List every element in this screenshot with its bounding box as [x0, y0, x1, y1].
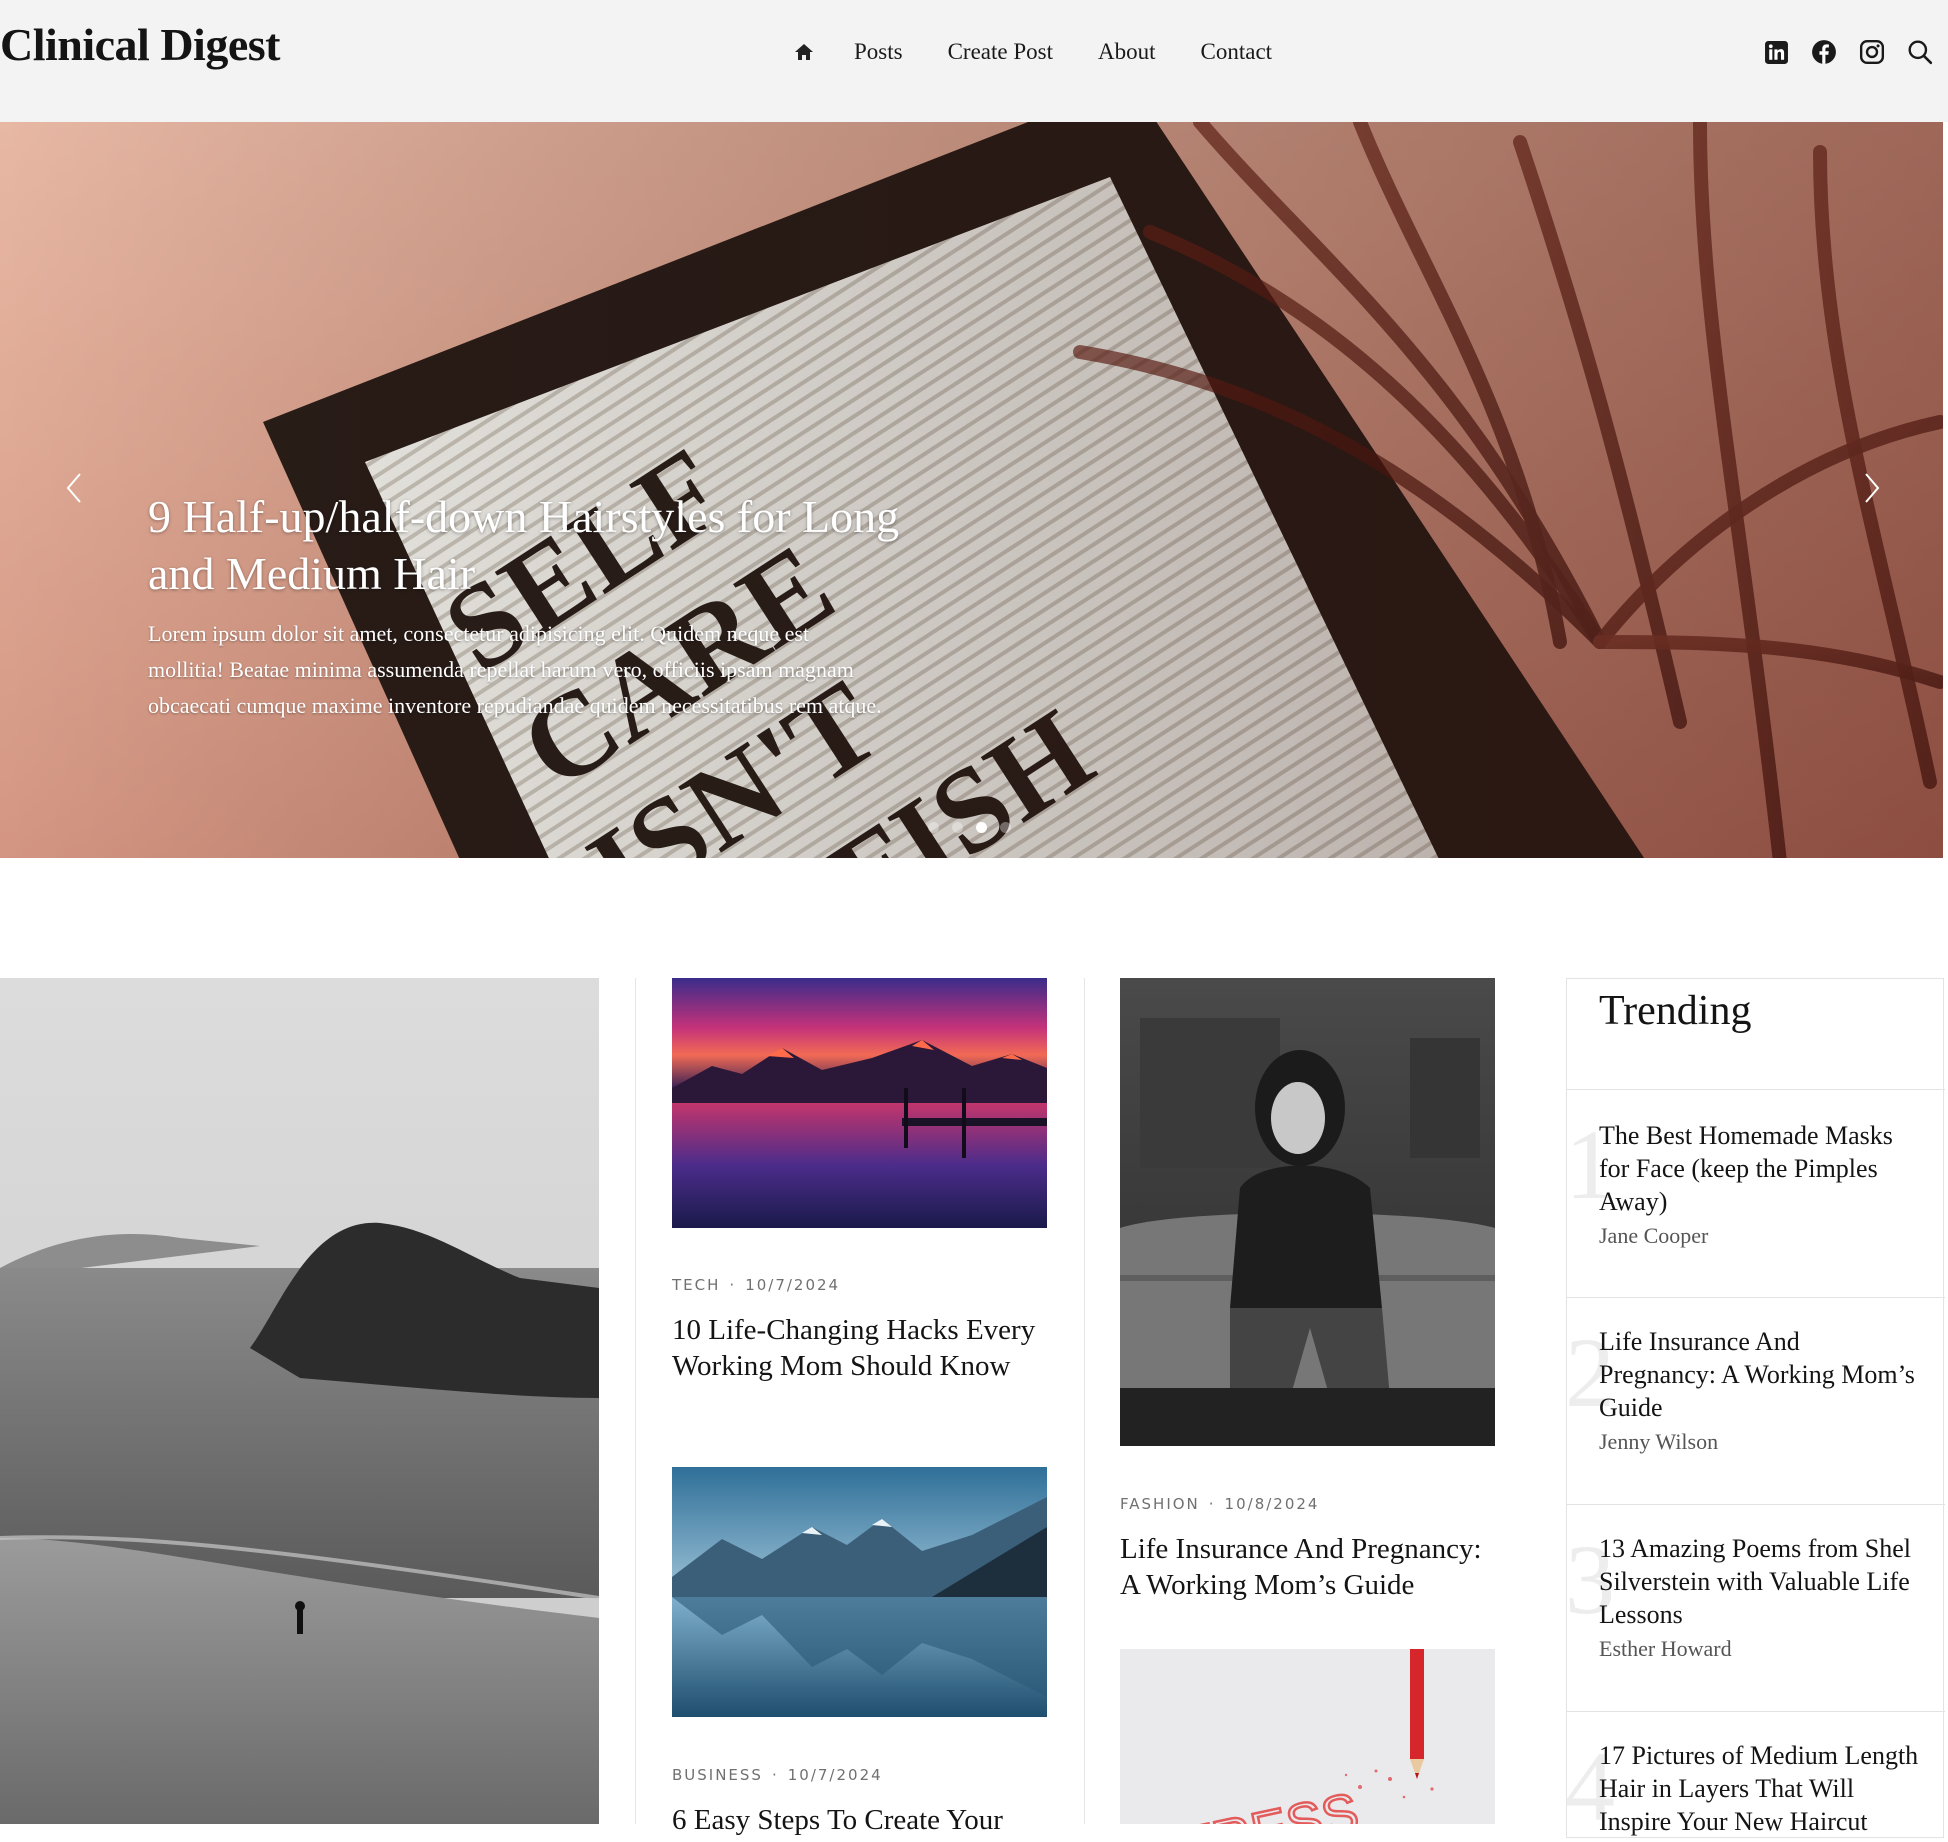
post-date: 10/7/2024 [787, 1766, 883, 1784]
post-image-woman-sofa[interactable] [1120, 978, 1495, 1446]
divider [1567, 1297, 1945, 1298]
trending-author[interactable]: Jenny Wilson [1599, 1429, 1718, 1455]
divider [1567, 1504, 1945, 1505]
post-title[interactable]: 6 Easy Steps To Create Your [672, 1802, 1042, 1838]
post-category[interactable]: FASHION [1120, 1495, 1200, 1513]
site-header: Clinical Digest Posts Create Post About … [0, 0, 1948, 122]
trending-title[interactable]: 13 Amazing Poems from Shel Silverstein w… [1599, 1532, 1919, 1631]
hero-title[interactable]: 9 Half-up/half-down Hairstyles for Long … [148, 488, 928, 602]
nav-about[interactable]: About [1098, 39, 1156, 65]
post-date: 10/7/2024 [745, 1276, 841, 1294]
facebook-icon[interactable] [1810, 38, 1838, 66]
main-nav: Posts Create Post About Contact [790, 38, 1317, 66]
post-image-mountain-lake[interactable] [672, 1467, 1047, 1717]
divider [1567, 1089, 1945, 1090]
trending-title[interactable]: Life Insurance And Pregnancy: A Working … [1599, 1325, 1919, 1424]
hero-excerpt: Lorem ipsum dolor sit amet, consectetur … [148, 621, 882, 718]
post-title[interactable]: Life Insurance And Pregnancy: A Working … [1120, 1531, 1500, 1603]
post-title[interactable]: 10 Life-Changing Hacks Every Working Mom… [672, 1312, 1042, 1384]
trending-author[interactable]: Esther Howard [1599, 1636, 1732, 1662]
trending-panel: Trending 1 The Best Homemade Masks for F… [1565, 978, 1945, 1838]
trending-author[interactable]: Jane Cooper [1599, 1223, 1708, 1249]
home-icon[interactable] [790, 38, 818, 66]
hero-slider: SELF CARE ISN'T SELFISH 9 Half-up/half-d… [0, 122, 1943, 858]
nav-create-post[interactable]: Create Post [948, 39, 1053, 65]
slider-dots [928, 822, 1011, 833]
social-links [1762, 38, 1934, 66]
post-category[interactable]: BUSINESS [672, 1766, 763, 1784]
slider-dot[interactable] [928, 822, 939, 833]
post-category[interactable]: TECH [672, 1276, 720, 1294]
trending-title[interactable]: The Best Homemade Masks for Face (keep t… [1599, 1119, 1919, 1218]
site-logo[interactable]: Clinical Digest [0, 18, 280, 71]
column-divider [635, 978, 636, 1824]
post-date: 10/8/2024 [1224, 1495, 1320, 1513]
prev-slide-arrow[interactable] [60, 466, 90, 510]
column-divider [1084, 978, 1085, 1824]
next-slide-arrow[interactable] [1856, 466, 1886, 510]
post-meta: TECH · 10/7/2024 [672, 1276, 841, 1294]
instagram-icon[interactable] [1858, 38, 1886, 66]
post-meta: BUSINESS · 10/7/2024 [672, 1766, 883, 1784]
post-image-lake-sunset[interactable] [672, 978, 1047, 1228]
nav-posts[interactable]: Posts [854, 39, 903, 65]
slider-dot[interactable] [952, 822, 963, 833]
slider-dot-active[interactable] [976, 822, 987, 833]
linkedin-icon[interactable] [1762, 38, 1790, 66]
divider [1567, 1711, 1945, 1712]
search-icon[interactable] [1906, 38, 1934, 66]
nav-contact[interactable]: Contact [1201, 39, 1273, 65]
post-meta: FASHION · 10/8/2024 [1120, 1495, 1320, 1513]
trending-heading: Trending [1599, 988, 1752, 1034]
slider-dot[interactable] [1000, 822, 1011, 833]
trending-title[interactable]: 17 Pictures of Medium Length Hair in Lay… [1599, 1739, 1919, 1838]
feature-image-beach[interactable] [0, 978, 599, 1824]
post-image-stress-pencil[interactable]: STRESS [1120, 1649, 1495, 1824]
